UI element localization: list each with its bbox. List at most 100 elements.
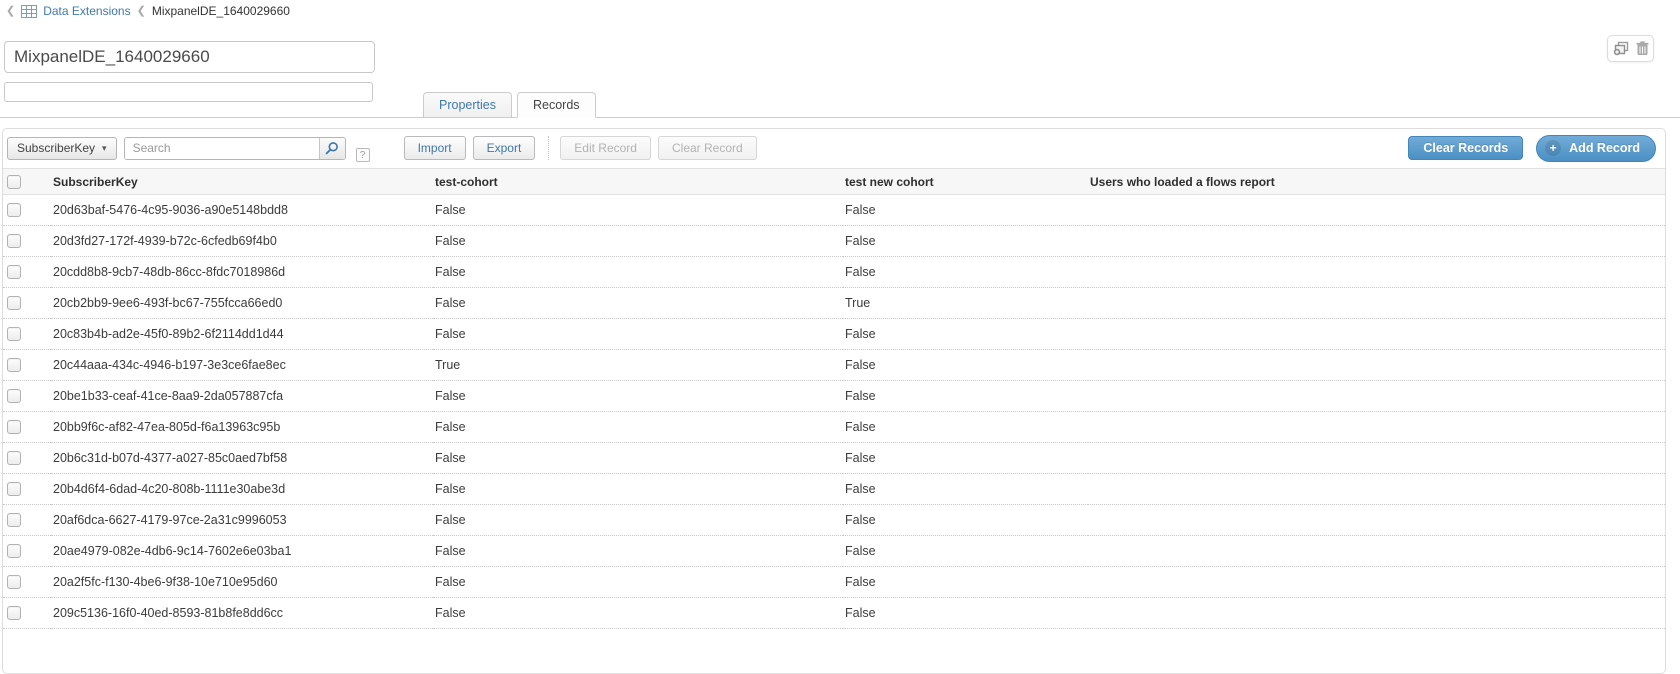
tab-properties[interactable]: Properties — [423, 92, 512, 117]
row-checkbox[interactable] — [7, 389, 21, 403]
cell-test-new-cohort: False — [843, 443, 1088, 474]
table-row: 20cdd8b8-9cb7-48db-86cc-8fdc7018986d Fals… — [3, 257, 1665, 288]
column-header-test-cohort: test-cohort — [433, 169, 843, 195]
table-row: 20c44aaa-434c-4946-b197-3e3ce6fae8ecTrue… — [3, 350, 1665, 381]
cell-test-new-cohort: False — [843, 505, 1088, 536]
export-button[interactable]: Export — [473, 136, 536, 160]
cell-users-flows-report — [1088, 536, 1665, 567]
copy-icon[interactable] — [1613, 41, 1629, 56]
row-checkbox[interactable] — [7, 575, 21, 589]
cell-users-flows-report — [1088, 381, 1665, 412]
cell-subscriber-key: 20ae4979-082e-4db6-9c14-7602e6e03ba1 — [51, 536, 433, 567]
clear-record-button[interactable]: Clear Record — [658, 136, 757, 160]
cell-subscriber-key: 20af6dca-6627-4179-97ce-2a31c9996053 — [51, 505, 433, 536]
cell-test-new-cohort: False — [843, 412, 1088, 443]
extension-name-input[interactable] — [4, 41, 375, 73]
search-button[interactable] — [319, 138, 345, 159]
cell-subscriber-key: 20cb2bb9-9ee6-493f-bc67-755fcca66ed0 — [51, 288, 433, 319]
cell-test-cohort: False — [433, 598, 843, 629]
row-checkbox[interactable] — [7, 544, 21, 558]
row-checkbox[interactable] — [7, 451, 21, 465]
table-row: 20c83b4b-ad2e-45f0-89b2-6f2114dd1d44 Fals… — [3, 319, 1665, 350]
magnifier-icon — [325, 141, 339, 155]
row-checkbox[interactable] — [7, 234, 21, 248]
table-row: 20d63baf-5476-4c95-9036-a90e5148bdd8Fals… — [3, 195, 1665, 226]
breadcrumb: ❮ Data Extensions ❮ MixpanelDE_164002966… — [6, 2, 290, 20]
cell-test-cohort: False — [433, 288, 843, 319]
cell-subscriber-key: 20b6c31d-b07d-4377-a027-85c0aed7bf58 — [51, 443, 433, 474]
back-chevron-icon[interactable]: ❮ — [6, 6, 15, 17]
row-checkbox[interactable] — [7, 327, 21, 341]
search-input[interactable] — [125, 138, 319, 159]
row-checkbox[interactable] — [7, 203, 21, 217]
cell-test-cohort: True — [433, 350, 843, 381]
breadcrumb-link-data-extensions[interactable]: Data Extensions — [43, 4, 130, 18]
table-row: 20bb9f6c-af82-47ea-805d-f6a13963c95b Fals… — [3, 412, 1665, 443]
table-header-row: SubscriberKey test-cohort test new cohor… — [3, 169, 1665, 195]
cell-users-flows-report — [1088, 288, 1665, 319]
breadcrumb-separator-icon: ❮ — [137, 6, 146, 17]
cell-users-flows-report — [1088, 443, 1665, 474]
cell-users-flows-report — [1088, 226, 1665, 257]
row-checkbox[interactable] — [7, 606, 21, 620]
records-panel: SubscriberKey ▾ ? Import Export Edit Rec… — [2, 128, 1666, 674]
breadcrumb-current: MixpanelDE_1640029660 — [152, 4, 290, 18]
trash-icon[interactable] — [1636, 41, 1649, 56]
records-table: SubscriberKey test-cohort test new cohor… — [3, 168, 1665, 629]
cell-subscriber-key: 20c83b4b-ad2e-45f0-89b2-6f2114dd1d44 — [51, 319, 433, 350]
search-box — [124, 137, 346, 160]
cell-subscriber-key: 20c44aaa-434c-4946-b197-3e3ce6fae8ec — [51, 350, 433, 381]
data-extension-grid-icon — [21, 5, 37, 18]
row-checkbox[interactable] — [7, 358, 21, 372]
records-toolbar: SubscriberKey ▾ ? Import Export Edit Rec… — [3, 129, 1665, 168]
cell-test-new-cohort: False — [843, 226, 1088, 257]
toolbar-right-group: Clear Records + Add Record — [1408, 135, 1656, 162]
import-button[interactable]: Import — [404, 136, 466, 160]
help-icon[interactable]: ? — [356, 148, 370, 162]
cell-users-flows-report — [1088, 474, 1665, 505]
cell-users-flows-report — [1088, 567, 1665, 598]
edit-record-button[interactable]: Edit Record — [560, 136, 651, 160]
cell-test-cohort: False — [433, 536, 843, 567]
cell-test-new-cohort: False — [843, 257, 1088, 288]
row-checkbox[interactable] — [7, 513, 21, 527]
cell-test-new-cohort: False — [843, 381, 1088, 412]
table-row: 20cb2bb9-9ee6-493f-bc67-755fcca66ed0Fals… — [3, 288, 1665, 319]
cell-test-cohort: False — [433, 195, 843, 226]
cell-users-flows-report — [1088, 598, 1665, 629]
row-checkbox[interactable] — [7, 265, 21, 279]
caret-down-icon: ▾ — [102, 144, 107, 153]
cell-users-flows-report — [1088, 319, 1665, 350]
clear-records-button[interactable]: Clear Records — [1408, 136, 1523, 160]
row-checkbox[interactable] — [7, 482, 21, 496]
table-row: 20d3fd27-172f-4939-b72c-6cfedb69f4b0Fals… — [3, 226, 1665, 257]
tab-records[interactable]: Records — [517, 92, 596, 118]
cell-test-cohort: False — [433, 381, 843, 412]
cell-test-cohort: False — [433, 474, 843, 505]
cell-test-new-cohort: False — [843, 350, 1088, 381]
select-all-checkbox[interactable] — [7, 175, 21, 189]
field-selector-dropdown[interactable]: SubscriberKey ▾ — [7, 137, 117, 160]
table-row: 209c5136-16f0-40ed-8593-81b8fe8dd6ccFals… — [3, 598, 1665, 629]
cell-test-new-cohort: False — [843, 567, 1088, 598]
cell-users-flows-report — [1088, 257, 1665, 288]
table-row: 20b4d6f4-6dad-4c20-808b-1111e30abe3dFals… — [3, 474, 1665, 505]
cell-test-new-cohort: False — [843, 598, 1088, 629]
cell-subscriber-key: 20a2f5fc-f130-4be6-9f38-10e710e95d60 — [51, 567, 433, 598]
cell-subscriber-key: 209c5136-16f0-40ed-8593-81b8fe8dd6cc — [51, 598, 433, 629]
column-header-test-new-cohort: test new cohort — [843, 169, 1088, 195]
column-header-users-flows-report: Users who loaded a flows report — [1088, 169, 1665, 195]
row-checkbox[interactable] — [7, 296, 21, 310]
cell-test-cohort: False — [433, 567, 843, 598]
column-header-subscriberkey: SubscriberKey — [51, 169, 433, 195]
cell-test-new-cohort: False — [843, 319, 1088, 350]
table-row: 20a2f5fc-f130-4be6-9f38-10e710e95d60Fals… — [3, 567, 1665, 598]
table-row: 20be1b33-ceaf-41ce-8aa9-2da057887cfaFals… — [3, 381, 1665, 412]
add-record-button[interactable]: + Add Record — [1536, 135, 1656, 162]
cell-test-new-cohort: False — [843, 474, 1088, 505]
cell-subscriber-key: 20cdd8b8-9cb7-48db-86cc-8fdc7018986d — [51, 257, 433, 288]
cell-subscriber-key: 20bb9f6c-af82-47ea-805d-f6a13963c95b — [51, 412, 433, 443]
table-row: 20ae4979-082e-4db6-9c14-7602e6e03ba1Fals… — [3, 536, 1665, 567]
row-checkbox[interactable] — [7, 420, 21, 434]
cell-users-flows-report — [1088, 195, 1665, 226]
